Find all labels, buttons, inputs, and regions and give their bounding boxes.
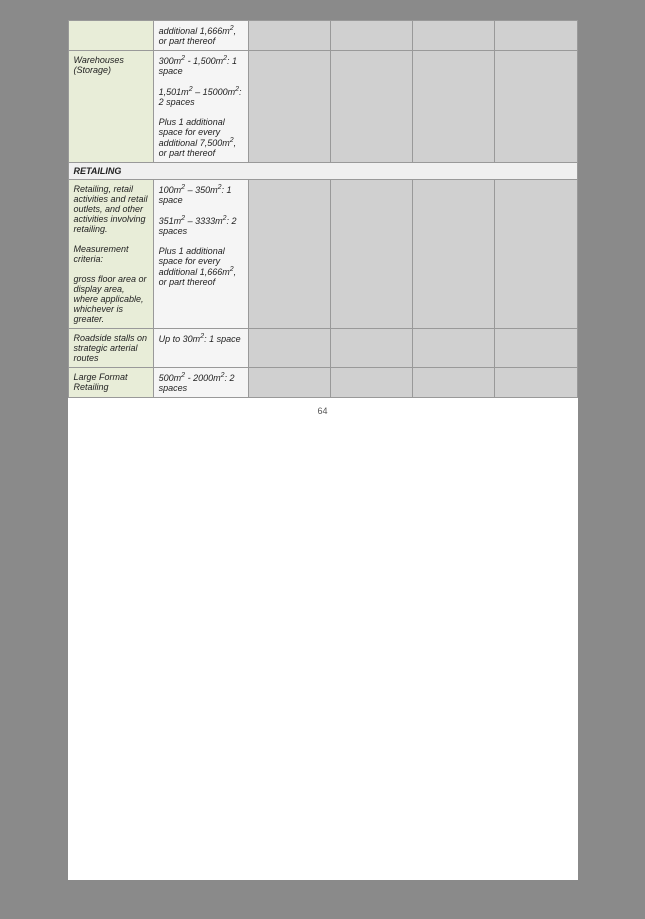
page-number: 64 xyxy=(68,398,578,424)
table-row: Warehouses (Storage) 300m2 - 1,500m2: 1 … xyxy=(68,51,577,163)
cell-parking-req: Up to 30m2: 1 space xyxy=(153,329,248,368)
section-label: RETAILING xyxy=(68,163,577,180)
cell-parking-req: 500m2 - 2000m2: 2 spaces xyxy=(153,368,248,398)
cell-use-type xyxy=(68,21,153,51)
cell-col6 xyxy=(495,51,577,163)
cell-col6 xyxy=(495,368,577,398)
cell-col3 xyxy=(248,51,330,163)
table-row: Large Format Retailing 500m2 - 2000m2: 2… xyxy=(68,368,577,398)
cell-col5 xyxy=(413,329,495,368)
cell-use-type: Retailing, retail activities and retail … xyxy=(68,180,153,329)
cell-col6 xyxy=(495,21,577,51)
cell-col6 xyxy=(495,329,577,368)
table-row: Retailing, retail activities and retail … xyxy=(68,180,577,329)
cell-col3 xyxy=(248,180,330,329)
cell-col4 xyxy=(330,180,412,329)
cell-use-type: Warehouses (Storage) xyxy=(68,51,153,163)
cell-col4 xyxy=(330,51,412,163)
cell-col6 xyxy=(495,180,577,329)
parking-table: additional 1,666m2, or part thereof Ware… xyxy=(68,20,578,398)
page: additional 1,666m2, or part thereof Ware… xyxy=(68,20,578,880)
cell-parking-req: additional 1,666m2, or part thereof xyxy=(153,21,248,51)
cell-col3 xyxy=(248,329,330,368)
cell-use-type: Large Format Retailing xyxy=(68,368,153,398)
cell-col4 xyxy=(330,368,412,398)
cell-col4 xyxy=(330,21,412,51)
cell-col5 xyxy=(413,180,495,329)
cell-use-type: Roadside stalls on strategic arterial ro… xyxy=(68,329,153,368)
cell-parking-req: 300m2 - 1,500m2: 1 space 1,501m2 – 15000… xyxy=(153,51,248,163)
cell-col3 xyxy=(248,368,330,398)
cell-col5 xyxy=(413,368,495,398)
cell-parking-req: 100m2 – 350m2: 1 space 351m2 – 3333m2: 2… xyxy=(153,180,248,329)
table-wrapper: additional 1,666m2, or part thereof Ware… xyxy=(68,20,578,398)
cell-col5 xyxy=(413,51,495,163)
table-row: additional 1,666m2, or part thereof xyxy=(68,21,577,51)
cell-col5 xyxy=(413,21,495,51)
cell-col3 xyxy=(248,21,330,51)
cell-col4 xyxy=(330,329,412,368)
table-row: Roadside stalls on strategic arterial ro… xyxy=(68,329,577,368)
section-header-retailing: RETAILING xyxy=(68,163,577,180)
